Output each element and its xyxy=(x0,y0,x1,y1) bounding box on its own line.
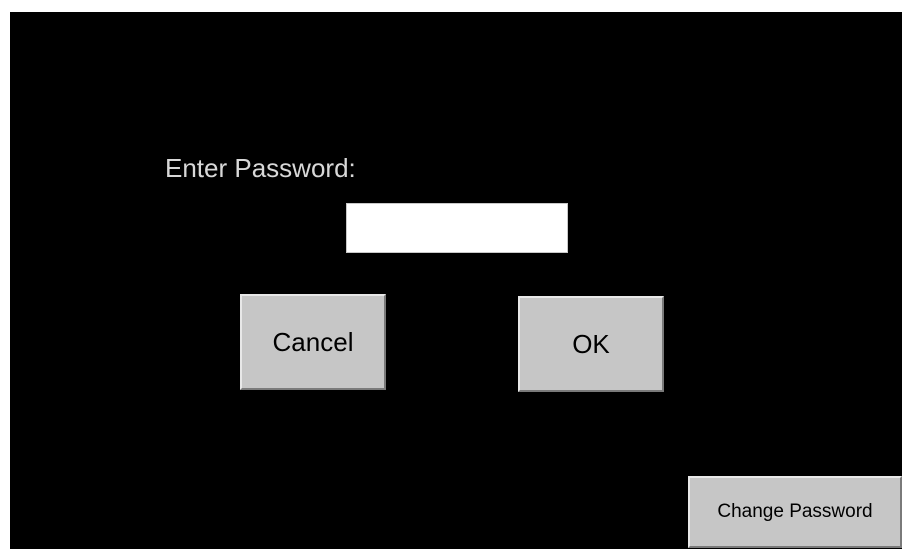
enter-password-label: Enter Password: xyxy=(165,153,356,183)
password-screen: Enter Password: Cancel OK Change Passwor… xyxy=(10,12,902,549)
password-input[interactable] xyxy=(346,203,568,253)
ok-button[interactable]: OK xyxy=(518,296,664,392)
change-password-button[interactable]: Change Password xyxy=(688,476,902,548)
cancel-button[interactable]: Cancel xyxy=(240,294,386,390)
